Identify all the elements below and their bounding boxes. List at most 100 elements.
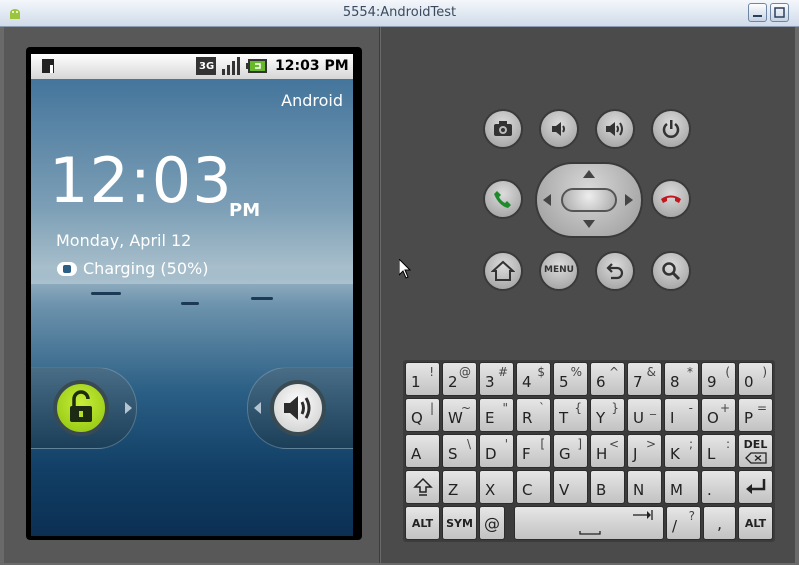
key-2[interactable]: 2 @ [442,362,477,396]
network-3g-icon: 3G [196,57,216,75]
key-b[interactable]: B [590,470,625,504]
key-label: Z [448,481,459,499]
shift-icon [413,477,433,496]
delete-key[interactable]: DEL [738,434,773,468]
dpad-center-button[interactable] [561,188,617,212]
key-label: G [559,445,571,463]
sound-slider[interactable] [247,367,353,449]
sd-card-icon [42,59,54,73]
unlock-slider[interactable] [31,367,137,449]
key-d[interactable]: D ' [479,434,514,468]
key-c[interactable]: C [516,470,551,504]
key-label: J [633,445,638,463]
volume-down-button[interactable] [539,109,579,149]
key-0[interactable]: 0) [738,362,773,396]
key-7[interactable]: 7 & [627,362,662,396]
key-k[interactable]: K; [664,434,699,468]
camera-icon [494,121,512,136]
back-button[interactable] [595,251,635,291]
key-m[interactable]: M [664,470,699,504]
key-p[interactable]: P = [738,398,773,432]
sound-toggle-button[interactable] [270,380,326,436]
key-h[interactable]: H < [590,434,625,468]
home-icon [491,260,515,281]
enter-key[interactable] [738,470,773,504]
search-button[interactable] [651,251,691,291]
key-6[interactable]: 6 ^ [590,362,625,396]
key-label: M [670,481,683,499]
maximize-button[interactable] [770,3,789,22]
key-z[interactable]: Z [442,470,477,504]
dpad-down-icon[interactable] [583,220,595,228]
dpad[interactable] [535,162,643,238]
menu-button[interactable]: MENU [539,251,579,291]
device-screen[interactable]: 3G 12:03 PM Android 12:03 PM Monday, Apr… [31,54,353,536]
key-r[interactable]: R ` [516,398,551,432]
key-period[interactable]: . [701,470,736,504]
key-8[interactable]: 8 * [664,362,699,396]
home-button[interactable] [483,251,523,291]
key-3[interactable]: 3 # [479,362,514,396]
unlock-button[interactable] [53,380,109,436]
key-label: . [707,481,712,499]
at-key[interactable]: @ [479,506,505,540]
key-alt-label: ? [688,509,695,523]
key-s[interactable]: S \ [442,434,477,468]
key-label: 3 [485,373,495,391]
comma-key[interactable]: , [703,506,736,540]
dpad-up-icon[interactable] [583,170,595,178]
key-4[interactable]: 4 $ [516,362,551,396]
key-label: 9 [707,373,717,391]
key-label: ALT [411,517,434,530]
key-e[interactable]: E " [479,398,514,432]
key-1[interactable]: 1! [405,362,440,396]
call-button[interactable] [483,179,523,219]
key-9[interactable]: 9( [701,362,736,396]
key-v[interactable]: V [553,470,588,504]
key-label: 6 [596,373,606,391]
charging-status: Charging (50%) [57,259,208,278]
key-alt-label: % [570,365,582,379]
space-icon [579,510,653,535]
sym-key[interactable]: SYM [442,506,477,540]
power-button[interactable] [651,109,691,149]
volume-up-button[interactable] [595,109,635,149]
space-key[interactable] [514,506,664,540]
key-a[interactable]: A [405,434,440,468]
key-alt-label: & [646,365,656,379]
key-n[interactable]: N [627,470,662,504]
key-o[interactable]: O + [701,398,736,432]
key-q[interactable]: Q | [405,398,440,432]
key-label: I [670,409,675,427]
dpad-right-icon[interactable] [625,194,633,206]
dpad-left-icon[interactable] [543,194,551,206]
key-alt-label: [ [540,437,545,451]
end-call-icon [661,195,681,203]
key-alt-label: $ [537,365,545,379]
key-alt-label: ( [725,365,730,379]
controls-pane: MENU 1! 2 @3 #4 $5% 6 ^ 7 & 8 * 9(0) Q | W ~ E " R ` T{Y} U _ I… [381,27,795,563]
slash-key[interactable]: /? [666,506,701,540]
key-label: 8 [670,373,680,391]
camera-button[interactable] [483,109,523,149]
key-alt-label: ! [429,365,434,379]
alt-right-key[interactable]: ALT [738,506,773,540]
key-label: C [522,481,533,499]
key-x[interactable]: X [479,470,514,504]
key-f[interactable]: F[ [516,434,551,468]
key-t[interactable]: T{ [553,398,588,432]
key-j[interactable]: J > [627,434,662,468]
key-w[interactable]: W ~ [442,398,477,432]
key-i[interactable]: I- [664,398,699,432]
key-l[interactable]: L: [701,434,736,468]
key-g[interactable]: G] [553,434,588,468]
key-alt-label: ^ [608,365,619,379]
shift-key[interactable] [405,470,440,504]
call-icon [494,191,511,208]
alt-left-key[interactable]: ALT [405,506,440,540]
end-call-button[interactable] [651,179,691,219]
key-u[interactable]: U _ [627,398,662,432]
key-5[interactable]: 5% [553,362,588,396]
key-y[interactable]: Y} [590,398,625,432]
minimize-button[interactable] [748,3,767,22]
